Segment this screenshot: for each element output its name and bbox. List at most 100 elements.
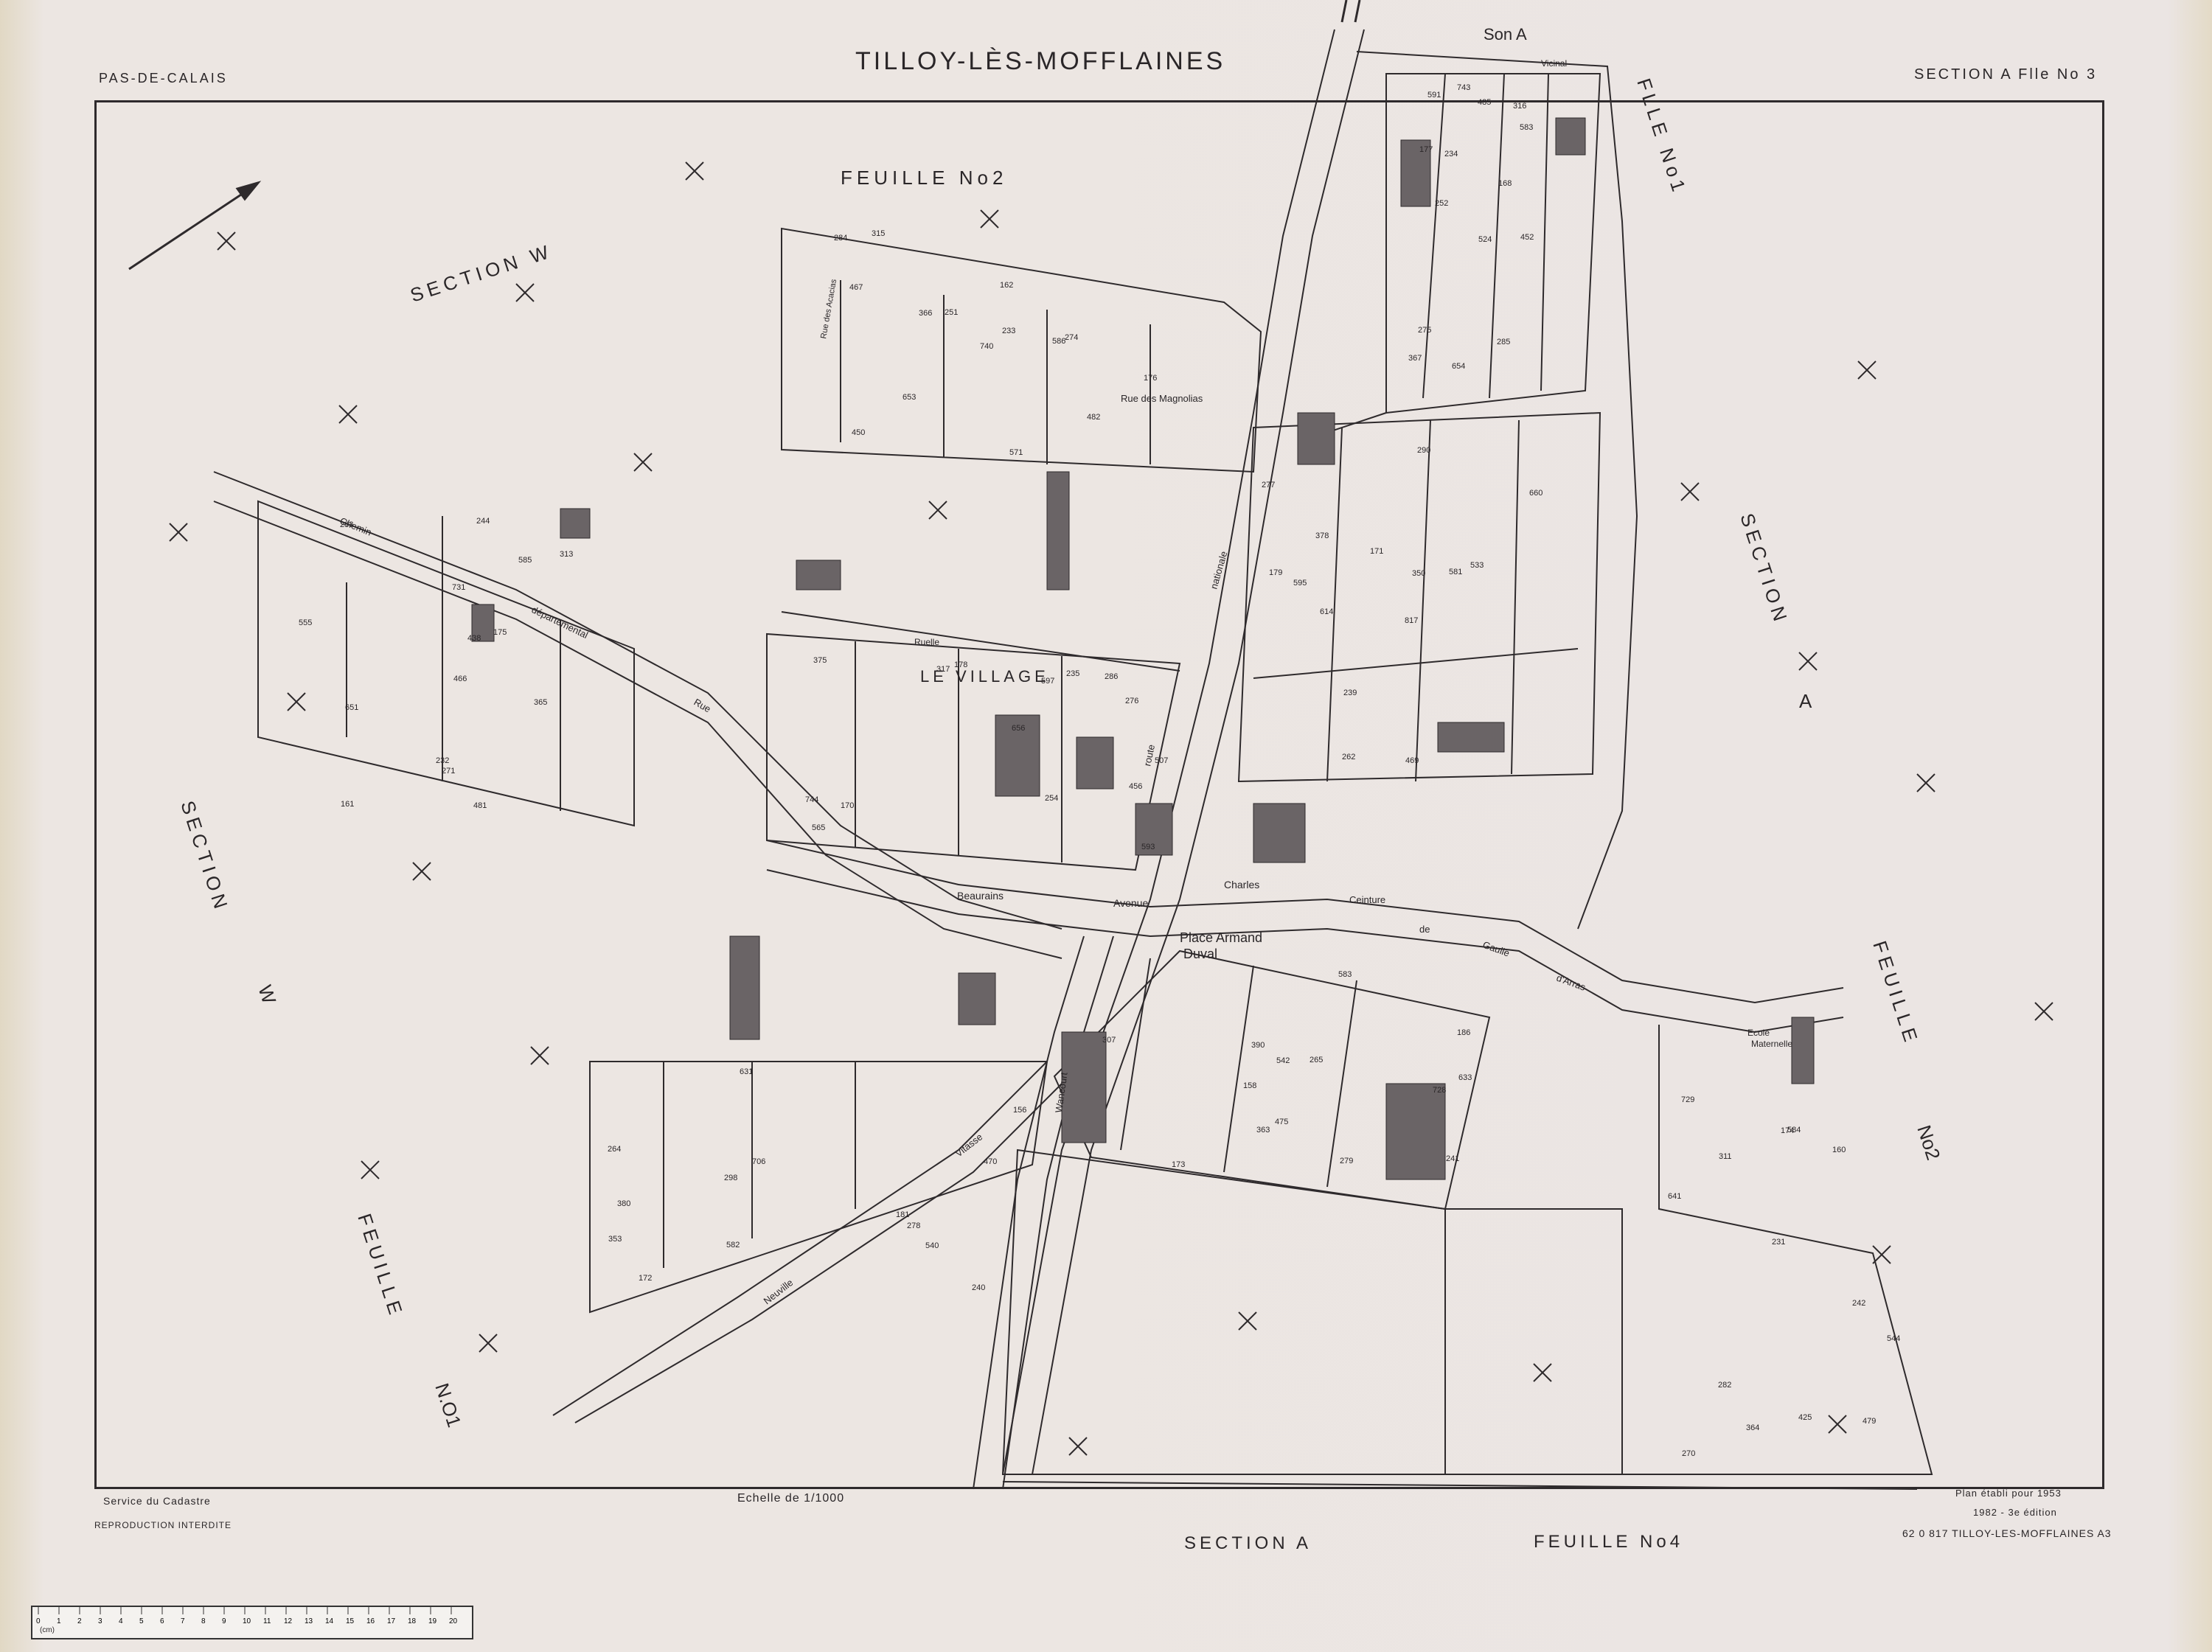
parcel-number: 172 bbox=[639, 1274, 652, 1283]
parcel-number: 365 bbox=[534, 698, 547, 707]
parcel-blocks-east bbox=[1237, 411, 1601, 783]
parcel-number: 317 bbox=[936, 665, 950, 674]
label-w-left: W bbox=[254, 983, 280, 1007]
parcel-number: 252 bbox=[1435, 199, 1448, 208]
top-marker: Son A bbox=[1484, 25, 1527, 43]
street-label: Rue des Magnolias bbox=[1121, 393, 1203, 404]
measurement-ruler: 0 1 2 3 4 5 6 7 8 9 10 11 12 13 14 15 16 17 18 19 20 (cm) bbox=[31, 1606, 473, 1639]
building bbox=[1437, 722, 1505, 753]
road-chemin bbox=[213, 471, 1062, 930]
parcel-blocks-southeast bbox=[1621, 1025, 1933, 1475]
parcel-number: 583 bbox=[1520, 123, 1533, 132]
north-arrow-icon bbox=[128, 181, 262, 271]
parcel-number: 363 bbox=[1256, 1126, 1270, 1135]
parcel-number: 651 bbox=[345, 703, 358, 712]
parcel-number: 181 bbox=[896, 1210, 909, 1219]
ruler-tick-label: 8 bbox=[201, 1617, 206, 1625]
parcel-number: 544 bbox=[1887, 1334, 1900, 1343]
parcel-number: 178 bbox=[954, 661, 967, 669]
parcel-number: 641 bbox=[1668, 1192, 1681, 1201]
building bbox=[1061, 1031, 1107, 1143]
parcel-number: 744 bbox=[805, 795, 818, 804]
ruler-tick-label: 20 bbox=[449, 1617, 458, 1625]
ruler-tick-label: 0 bbox=[36, 1617, 41, 1625]
label-feuille-right: FEUILLE bbox=[1868, 938, 1923, 1049]
parcel-number: 233 bbox=[1002, 327, 1015, 335]
parcel-number: 555 bbox=[299, 618, 312, 627]
ruler-tick-label: 18 bbox=[408, 1617, 417, 1625]
bottom-section-label: SECTION A bbox=[1184, 1533, 1312, 1553]
ruler-tick-label: 13 bbox=[305, 1617, 313, 1625]
plan-date-label: Plan établi pour 1953 bbox=[1955, 1488, 2062, 1499]
parcel-number: 290 bbox=[1417, 446, 1430, 455]
parcel-number: 234 bbox=[1444, 150, 1458, 158]
ruler-tick-label: 4 bbox=[119, 1617, 123, 1625]
parcel-number: 285 bbox=[1497, 338, 1510, 346]
label-maternelle: Maternelle bbox=[1751, 1039, 1792, 1049]
ruler-tick-label: 5 bbox=[139, 1617, 144, 1625]
scale-label: Echelle de 1/1000 bbox=[737, 1492, 845, 1505]
parcel-number: 270 bbox=[1682, 1449, 1695, 1458]
grid-crosses bbox=[169, 161, 2053, 1456]
ruler-tick-label: 1 bbox=[57, 1617, 61, 1625]
parcel-number: 279 bbox=[1340, 1157, 1353, 1165]
building bbox=[958, 972, 996, 1025]
parcel-number: 175 bbox=[493, 628, 507, 637]
parcel-number: 231 bbox=[1772, 1238, 1785, 1247]
parcel-number: 162 bbox=[1000, 281, 1013, 290]
parcel-number: 582 bbox=[726, 1241, 740, 1250]
label-no2-right: No2 bbox=[1913, 1123, 1944, 1163]
street-label: d'Arras bbox=[1555, 972, 1587, 993]
street-label: Ruelle bbox=[914, 637, 939, 647]
parcel-number: 364 bbox=[1746, 1423, 1759, 1432]
parcel-blocks-northeast bbox=[1297, 73, 1601, 443]
parcel-number: 656 bbox=[1012, 724, 1025, 733]
bottom-feuille-label: FEUILLE No4 bbox=[1534, 1532, 1684, 1552]
parcel-number: 591 bbox=[1427, 91, 1441, 100]
parcel-number: 174 bbox=[1781, 1126, 1794, 1135]
label-feuille-no2-top: FEUILLE No2 bbox=[841, 167, 1007, 189]
parcel-number: 177 bbox=[1419, 145, 1433, 154]
parcel-large-east bbox=[1444, 1208, 1623, 1475]
parcel-number: 485 bbox=[1478, 98, 1491, 107]
parcel-number: 275 bbox=[1418, 326, 1431, 335]
parcel-number: 239 bbox=[1343, 689, 1357, 697]
parcel-number: 254 bbox=[1045, 794, 1058, 803]
parcel-number: 743 bbox=[1457, 83, 1470, 92]
street-label: Rue des Acacias bbox=[819, 278, 838, 339]
parcel-number: 276 bbox=[1125, 697, 1138, 705]
parcel-number: 380 bbox=[617, 1199, 630, 1208]
parcel-number: 375 bbox=[813, 656, 827, 665]
building bbox=[1076, 736, 1114, 790]
building bbox=[1253, 803, 1306, 863]
label-ecole: Ecole bbox=[1747, 1028, 1770, 1038]
parcel-number: 425 bbox=[1798, 1413, 1812, 1422]
parcel-number: 470 bbox=[984, 1157, 997, 1166]
parcel-number: 481 bbox=[473, 801, 487, 810]
label-a-right: A bbox=[1799, 690, 1812, 712]
reference-label: 62 0 817 TILLOY-LES-MOFFLAINES A3 bbox=[1902, 1527, 2112, 1539]
parcel-number: 168 bbox=[1498, 179, 1512, 188]
cadastral-sheet: TILLOY-LÈS-MOFFLAINES PAS-DE-CALAIS SECT… bbox=[0, 0, 2212, 1652]
label-section-left: SECTION bbox=[176, 798, 233, 916]
parcel-number: 160 bbox=[1832, 1146, 1846, 1154]
street-label: Rue bbox=[692, 697, 713, 715]
parcel-number: 232 bbox=[436, 756, 449, 765]
parcel-number: 438 bbox=[467, 634, 481, 643]
parcel-number: 740 bbox=[980, 342, 993, 351]
parcel-number: 271 bbox=[442, 767, 455, 776]
parcel-number: 251 bbox=[945, 308, 958, 317]
parcel-number: 262 bbox=[1342, 753, 1355, 761]
parcel-number: 378 bbox=[1315, 532, 1329, 540]
parcel-number: 540 bbox=[925, 1241, 939, 1250]
service-label: Service du Cadastre bbox=[103, 1495, 211, 1507]
label-feuille-left: FEUILLE bbox=[353, 1211, 408, 1322]
parcel-number: 456 bbox=[1129, 782, 1142, 791]
ruler-tick-label: 14 bbox=[325, 1617, 334, 1625]
reproduction-label: REPRODUCTION INTERDITE bbox=[94, 1520, 232, 1530]
parcel-number: 235 bbox=[1066, 669, 1079, 678]
parcel-number: 313 bbox=[560, 550, 573, 559]
parcel-number: 597 bbox=[1041, 677, 1054, 686]
parcel-number: 633 bbox=[1458, 1073, 1472, 1082]
cadastral-map: Son A FEUILLE No2 SECTION W SECTION W FE… bbox=[128, 0, 2053, 1490]
